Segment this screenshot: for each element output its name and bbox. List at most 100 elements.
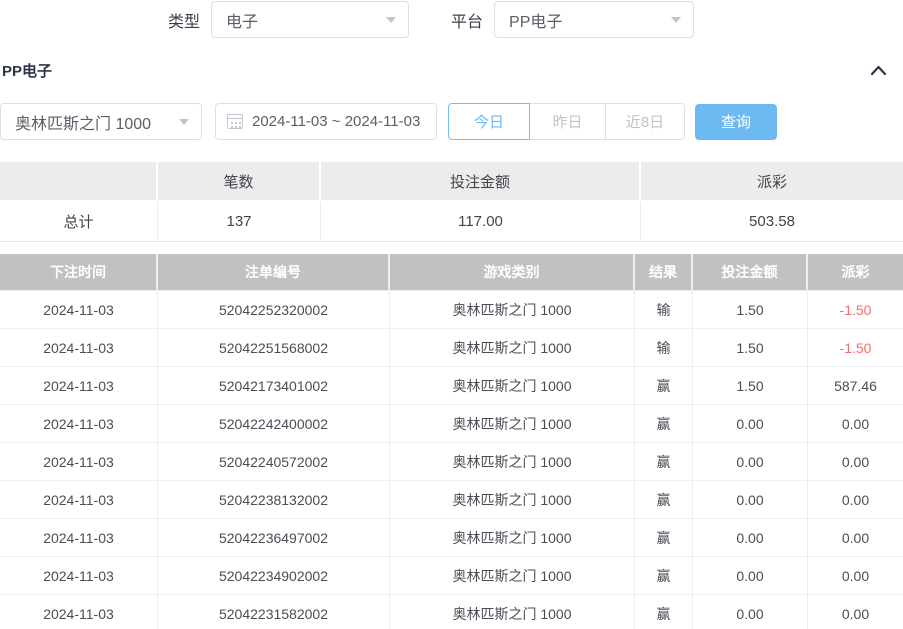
cell-bet-amount: 1.50	[693, 367, 808, 405]
cell-result: 输	[635, 329, 693, 367]
cell-payout: 0.00	[808, 595, 903, 629]
search-button[interactable]: 查询	[695, 104, 777, 140]
table-row: 2024-11-03 52042240572002 奥林匹斯之门 1000 赢 …	[0, 443, 903, 481]
bet-records-panel: 类型 电子 平台 PP电子 PP电子 奥林匹斯之门 1000 2024-11-0…	[0, 0, 903, 629]
section-header: PP电子	[2, 58, 901, 82]
cell-payout: 587.46	[808, 367, 903, 405]
table-header-row: 下注时间 注单编号 游戏类别 结果 投注金额 派彩	[0, 254, 903, 291]
cell-order-id: 52042251568002	[158, 329, 390, 367]
cell-result: 输	[635, 291, 693, 329]
summary-header-row: 笔数 投注金额 派彩	[0, 162, 903, 202]
cell-bet-time: 2024-11-03	[0, 481, 158, 519]
summary-payout-value: 503.58	[641, 202, 903, 242]
date-range-picker[interactable]: 2024-11-03 ~ 2024-11-03	[215, 103, 437, 140]
cell-game-type: 奥林匹斯之门 1000	[390, 443, 635, 481]
summary-count-value: 137	[158, 202, 321, 242]
cell-payout: 0.00	[808, 405, 903, 443]
cell-result: 赢	[635, 595, 693, 629]
cell-bet-time: 2024-11-03	[0, 367, 158, 405]
cell-bet-amount: 0.00	[693, 519, 808, 557]
cell-result: 赢	[635, 481, 693, 519]
table-row: 2024-11-03 52042252320002 奥林匹斯之门 1000 输 …	[0, 291, 903, 329]
cell-bet-time: 2024-11-03	[0, 329, 158, 367]
cell-bet-amount: 0.00	[693, 443, 808, 481]
cell-game-type: 奥林匹斯之门 1000	[390, 595, 635, 629]
platform-select[interactable]: PP电子	[494, 1, 694, 38]
summary-header-payout: 派彩	[641, 162, 903, 202]
calendar-icon	[227, 114, 243, 129]
cell-bet-amount: 0.00	[693, 481, 808, 519]
col-header-payout: 派彩	[808, 254, 903, 291]
game-select[interactable]: 奥林匹斯之门 1000	[0, 103, 202, 140]
summary-total-label: 总计	[0, 202, 158, 242]
summary-header-bet-amount: 投注金额	[321, 162, 641, 202]
cell-order-id: 52042231582002	[158, 595, 390, 629]
cell-bet-amount: 1.50	[693, 291, 808, 329]
cell-bet-time: 2024-11-03	[0, 557, 158, 595]
col-header-bet-amount: 投注金额	[693, 254, 808, 291]
cell-bet-time: 2024-11-03	[0, 405, 158, 443]
cell-payout: -1.50	[808, 329, 903, 367]
cell-game-type: 奥林匹斯之门 1000	[390, 291, 635, 329]
cell-result: 赢	[635, 557, 693, 595]
query-bar: 奥林匹斯之门 1000 2024-11-03 ~ 2024-11-03 今日 昨…	[0, 103, 777, 140]
cell-payout: 0.00	[808, 519, 903, 557]
col-header-order-id: 注单编号	[158, 254, 390, 291]
cell-bet-time: 2024-11-03	[0, 291, 158, 329]
cell-order-id: 52042238132002	[158, 481, 390, 519]
cell-order-id: 52042173401002	[158, 367, 390, 405]
chevron-down-icon	[671, 17, 681, 23]
cell-game-type: 奥林匹斯之门 1000	[390, 367, 635, 405]
table-row: 2024-11-03 52042238132002 奥林匹斯之门 1000 赢 …	[0, 481, 903, 519]
cell-payout: -1.50	[808, 291, 903, 329]
date-range-value: 2024-11-03 ~ 2024-11-03	[252, 113, 420, 130]
cell-order-id: 52042234902002	[158, 557, 390, 595]
bet-records-table: 下注时间 注单编号 游戏类别 结果 投注金额 派彩 2024-11-03 520…	[0, 254, 903, 629]
cell-game-type: 奥林匹斯之门 1000	[390, 519, 635, 557]
cell-bet-time: 2024-11-03	[0, 443, 158, 481]
col-header-result: 结果	[635, 254, 693, 291]
cell-result: 赢	[635, 443, 693, 481]
cell-order-id: 52042242400002	[158, 405, 390, 443]
cell-game-type: 奥林匹斯之门 1000	[390, 557, 635, 595]
summary-table: 笔数 投注金额 派彩 总计 137 117.00 503.58	[0, 162, 903, 242]
cell-result: 赢	[635, 367, 693, 405]
summary-total-row: 总计 137 117.00 503.58	[0, 202, 903, 242]
cell-result: 赢	[635, 405, 693, 443]
cell-bet-amount: 0.00	[693, 405, 808, 443]
cell-order-id: 52042252320002	[158, 291, 390, 329]
table-row: 2024-11-03 52042251568002 奥林匹斯之门 1000 输 …	[0, 329, 903, 367]
collapse-button[interactable]	[870, 65, 887, 76]
cell-game-type: 奥林匹斯之门 1000	[390, 405, 635, 443]
platform-select-value: PP电子	[509, 8, 562, 32]
cell-result: 赢	[635, 519, 693, 557]
chevron-down-icon	[179, 119, 189, 125]
quick-range-group: 今日 昨日 近8日	[448, 103, 685, 140]
platform-label: 平台	[451, 8, 483, 32]
cell-bet-amount: 0.00	[693, 595, 808, 629]
chevron-up-icon	[870, 65, 887, 76]
cell-order-id: 52042240572002	[158, 443, 390, 481]
table-row: 2024-11-03 52042236497002 奥林匹斯之门 1000 赢 …	[0, 519, 903, 557]
cell-game-type: 奥林匹斯之门 1000	[390, 481, 635, 519]
table-row: 2024-11-03 52042231582002 奥林匹斯之门 1000 赢 …	[0, 595, 903, 629]
cell-order-id: 52042236497002	[158, 519, 390, 557]
last8days-button[interactable]: 近8日	[605, 103, 685, 140]
cell-bet-amount: 0.00	[693, 557, 808, 595]
top-filter-bar: 类型 电子 平台 PP电子	[168, 1, 694, 38]
chevron-down-icon	[386, 17, 396, 23]
section-title: PP电子	[2, 60, 52, 81]
type-select[interactable]: 电子	[211, 1, 409, 38]
summary-header-blank	[0, 162, 158, 202]
cell-payout: 0.00	[808, 481, 903, 519]
col-header-bet-time: 下注时间	[0, 254, 158, 291]
yesterday-button[interactable]: 昨日	[529, 103, 606, 140]
game-select-value: 奥林匹斯之门 1000	[15, 110, 151, 134]
cell-game-type: 奥林匹斯之门 1000	[390, 329, 635, 367]
col-header-game-type: 游戏类别	[390, 254, 635, 291]
type-label: 类型	[168, 8, 200, 32]
cell-payout: 0.00	[808, 443, 903, 481]
today-button[interactable]: 今日	[448, 103, 530, 140]
cell-payout: 0.00	[808, 557, 903, 595]
cell-bet-time: 2024-11-03	[0, 595, 158, 629]
